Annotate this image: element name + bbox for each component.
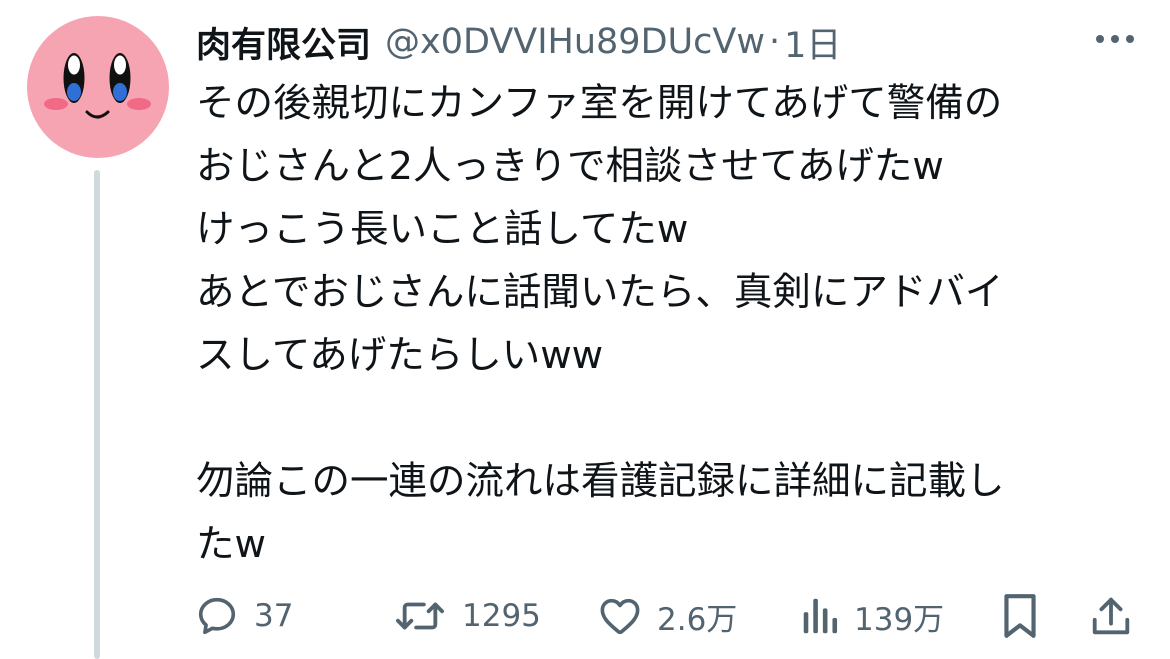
views-count: 139万: [854, 601, 945, 638]
like-count: 2.6万: [657, 601, 738, 638]
heart-icon: [600, 598, 640, 635]
more-options-button[interactable]: [1090, 22, 1140, 56]
display-name[interactable]: 肉有限公司: [196, 17, 371, 68]
like-button[interactable]: 2.6万: [597, 588, 737, 644]
share-upload-icon: [1092, 597, 1130, 635]
repost-count: 1295: [462, 598, 541, 634]
kirby-face-icon: [44, 53, 151, 119]
bookmark-icon: [1004, 594, 1036, 638]
share-button[interactable]: [1088, 588, 1134, 644]
action-bar: 37 1295 2.6万 139万: [0, 588, 1170, 644]
separator-dot: ·: [768, 22, 781, 62]
timestamp[interactable]: 1日: [784, 17, 841, 68]
reply-button[interactable]: 37: [194, 588, 293, 644]
user-handle[interactable]: @x0DVVIHu89DUcVw: [385, 22, 765, 62]
views-button[interactable]: 139万: [800, 588, 944, 644]
tweet-text: その後親切にカンファ室を開けてあげて警備の おじさんと2人っきりで相談させてあげ…: [196, 81, 1005, 567]
repost-arrows-icon: [396, 602, 444, 630]
avatar[interactable]: [27, 16, 169, 158]
bar-chart-icon: [803, 598, 838, 634]
bookmark-button[interactable]: [999, 588, 1041, 644]
more-dots-icon: [1096, 35, 1134, 43]
repost-button[interactable]: 1295: [392, 588, 541, 644]
thread-connector-line: [94, 170, 100, 659]
tweet-header: 肉有限公司 @x0DVVIHu89DUcVw · 1日: [196, 14, 1096, 70]
reply-bubble-icon: [198, 597, 236, 635]
reply-count: 37: [254, 598, 294, 634]
